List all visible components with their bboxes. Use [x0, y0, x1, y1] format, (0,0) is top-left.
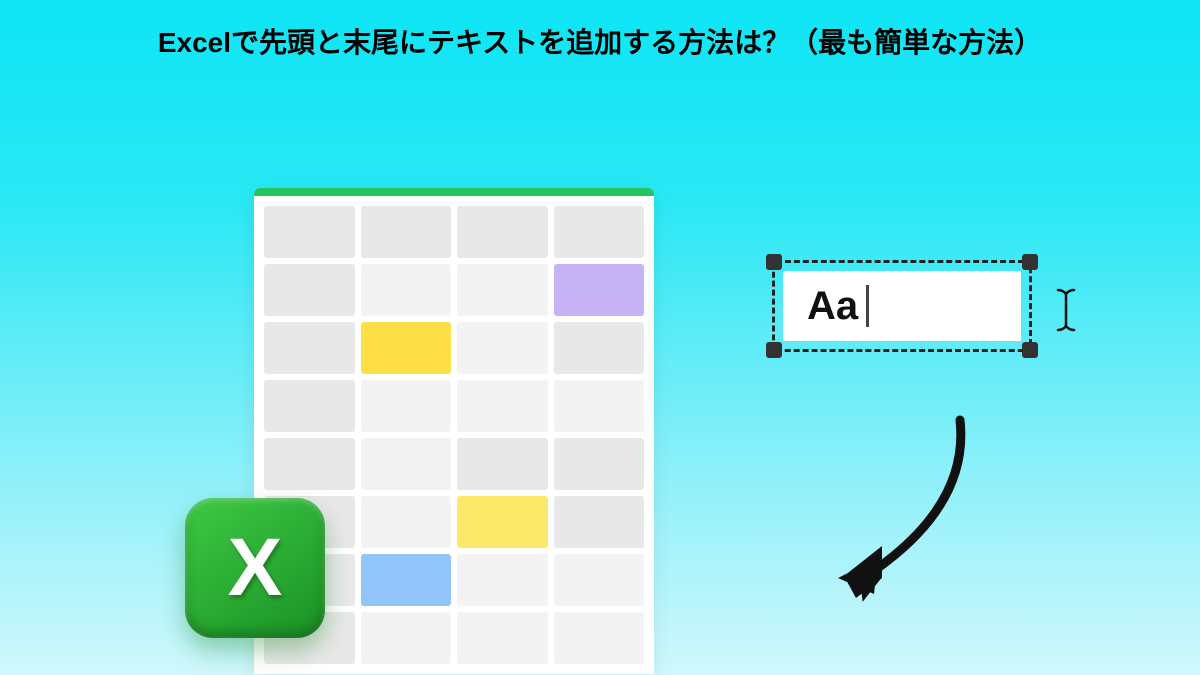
table-cell — [554, 206, 645, 258]
table-cell — [361, 380, 452, 432]
resize-handle-icon — [766, 254, 782, 270]
table-cell — [554, 554, 645, 606]
resize-handle-icon — [1022, 342, 1038, 358]
table-cell — [264, 322, 355, 374]
table-cell — [554, 612, 645, 664]
table-cell — [457, 612, 548, 664]
arrow-icon — [760, 410, 1020, 610]
table-cell-highlight-purple — [554, 264, 645, 316]
table-cell — [554, 438, 645, 490]
table-cell — [554, 322, 645, 374]
table-cell — [361, 612, 452, 664]
textbox-input[interactable]: Aa — [783, 271, 1021, 341]
sheet-header-bar — [254, 188, 654, 196]
table-cell — [457, 264, 548, 316]
table-cell — [264, 264, 355, 316]
table-cell-highlight-yellow — [457, 496, 548, 548]
table-cell — [264, 380, 355, 432]
table-cell-highlight-yellow — [361, 322, 452, 374]
table-cell — [457, 438, 548, 490]
table-cell — [264, 438, 355, 490]
resize-handle-icon — [766, 342, 782, 358]
page-title: Excelで先頭と末尾にテキストを追加する方法は？（最も簡単な方法） — [0, 0, 1200, 64]
table-cell-highlight-blue — [361, 554, 452, 606]
resize-handle-icon — [1022, 254, 1038, 270]
textbox-value: Aa — [807, 284, 858, 329]
table-cell — [457, 380, 548, 432]
text-cursor-icon — [866, 285, 869, 327]
table-cell — [361, 438, 452, 490]
table-cell — [361, 264, 452, 316]
excel-x-letter: X — [228, 521, 283, 615]
table-cell — [554, 496, 645, 548]
table-cell — [457, 322, 548, 374]
ibeam-cursor-icon — [1055, 288, 1077, 332]
table-cell — [361, 206, 452, 258]
textbox-selection-frame: Aa — [772, 260, 1032, 352]
table-cell — [457, 554, 548, 606]
table-cell — [457, 206, 548, 258]
excel-app-icon: X — [185, 498, 325, 638]
table-cell — [361, 496, 452, 548]
table-cell — [554, 380, 645, 432]
table-cell — [264, 206, 355, 258]
